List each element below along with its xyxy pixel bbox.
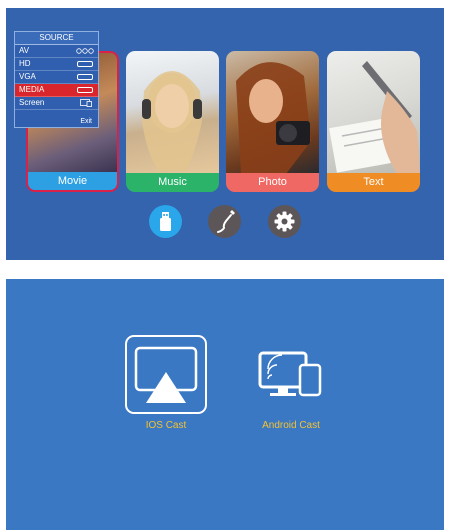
screen-mirror-icon (80, 99, 92, 107)
text-label: Text (327, 173, 420, 192)
photo-card[interactable]: Photo (226, 51, 319, 192)
usb-button[interactable] (149, 205, 182, 238)
av-connector-icon (76, 48, 94, 54)
source-item-label: AV (19, 46, 30, 55)
source-menu: SOURCE AV HD VGA MEDIA Screen Exit (14, 31, 99, 128)
source-item-av[interactable]: AV (15, 45, 98, 58)
source-item-label: MEDIA (19, 85, 45, 94)
media-port-icon (77, 87, 93, 93)
screen-cast-icon (258, 351, 322, 397)
text-card[interactable]: Text (327, 51, 420, 192)
source-item-label: VGA (19, 72, 36, 81)
media-menu-screen: Movie Music Photo Text SOURCE AV HD VGA … (6, 8, 444, 260)
music-thumbnail (126, 51, 219, 174)
movie-label: Movie (28, 172, 117, 190)
android-cast-label: Android Cast (262, 420, 320, 431)
source-item-label: Screen (19, 98, 45, 107)
text-thumbnail (327, 51, 420, 174)
cable-button[interactable] (208, 205, 241, 238)
hdmi-port-icon (77, 61, 93, 67)
exit-button[interactable]: Exit (80, 118, 92, 125)
source-item-vga[interactable]: VGA (15, 71, 98, 84)
settings-button[interactable] (268, 205, 301, 238)
source-item-hd[interactable]: HD (15, 58, 98, 71)
photo-label: Photo (226, 173, 319, 192)
source-item-label: HD (19, 59, 31, 68)
music-label: Music (126, 173, 219, 192)
source-title: SOURCE (15, 32, 98, 45)
ios-cast-label: IOS Cast (145, 420, 187, 431)
gear-icon (274, 211, 295, 232)
music-card[interactable]: Music (126, 51, 219, 192)
airplay-icon (134, 346, 198, 403)
vga-port-icon (77, 74, 93, 80)
cast-menu-screen: IOS Cast Android Cast (6, 279, 444, 530)
usb-icon (160, 212, 171, 231)
source-item-screen[interactable]: Screen (15, 97, 98, 110)
ios-cast-button[interactable] (125, 335, 207, 414)
photo-thumbnail (226, 51, 319, 174)
cable-icon (217, 210, 235, 233)
source-item-media[interactable]: MEDIA (15, 84, 98, 97)
android-cast-button[interactable] (254, 349, 328, 404)
